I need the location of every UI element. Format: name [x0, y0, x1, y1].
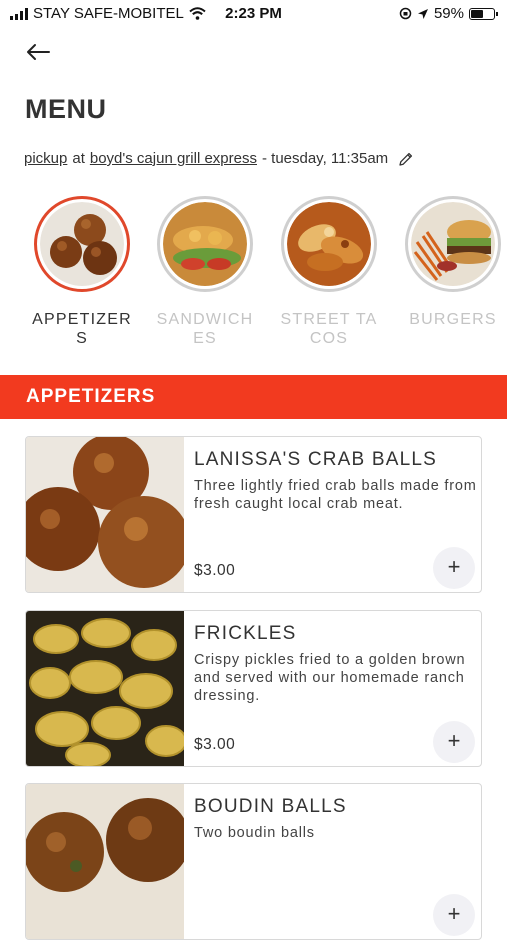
boudin-balls-photo	[26, 784, 184, 939]
item-name: LANISSA'S CRAB BALLS	[194, 449, 438, 470]
order-context: pickup at boyd's cajun grill express - t…	[24, 150, 414, 167]
page-title: MENU	[25, 94, 107, 124]
category-image-ring	[281, 196, 377, 292]
category-sandwiches[interactable]: SANDWICHES	[155, 196, 255, 348]
section-header-appetizers: APPETIZERS	[0, 375, 507, 419]
status-bar: STAY SAFE-MOBITEL 2:23 PM 59%	[0, 0, 507, 28]
pencil-icon[interactable]	[398, 151, 414, 167]
category-label: STREET TACOS	[280, 311, 378, 347]
category-image-ring	[34, 196, 130, 292]
location-arrow-icon	[417, 8, 428, 19]
category-burgers[interactable]: BURGERS	[403, 196, 503, 329]
category-street-tacos[interactable]: STREET TACOS	[279, 196, 379, 348]
item-name: BOUDIN BALLS	[194, 796, 347, 817]
battery-icon	[469, 7, 498, 20]
add-to-cart-button[interactable]: +	[433, 547, 475, 589]
location-link[interactable]: boyd's cajun grill express	[90, 150, 257, 167]
battery-percent: 59%	[433, 5, 464, 22]
sandwich-image	[163, 202, 247, 286]
item-name: FRICKLES	[194, 623, 297, 644]
category-label: BURGERS	[409, 311, 497, 328]
item-price: $3.00	[194, 736, 236, 753]
add-to-cart-button[interactable]: +	[433, 894, 475, 936]
arrow-left-icon[interactable]	[24, 38, 52, 66]
item-description: Two boudin balls	[194, 825, 315, 841]
crab-balls-image	[40, 202, 124, 286]
category-label: APPETIZERS	[32, 311, 132, 347]
burger-image	[411, 202, 495, 286]
item-description: Crispy pickles fried to a golden brown a…	[194, 652, 466, 704]
street-tacos-image	[287, 202, 371, 286]
item-price: $3.00	[194, 562, 236, 579]
screen-lock-icon	[399, 7, 412, 20]
crab-balls-photo	[26, 437, 184, 592]
category-label: SANDWICHES	[156, 311, 254, 347]
menu-item-card[interactable]: LANISSA'S CRAB BALLS Three lightly fried…	[25, 436, 482, 593]
add-to-cart-button[interactable]: +	[433, 721, 475, 763]
section-title: APPETIZERS	[26, 386, 156, 407]
category-image-ring	[157, 196, 253, 292]
status-right: 59%	[399, 5, 498, 22]
menu-item-card[interactable]: FRICKLES Crispy pickles fried to a golde…	[25, 610, 482, 767]
menu-item-card[interactable]: BOUDIN BALLS Two boudin balls +	[25, 783, 482, 940]
at-label: at	[72, 150, 85, 167]
pickup-mode-link[interactable]: pickup	[24, 150, 67, 167]
frickles-photo	[26, 611, 184, 766]
category-image-ring	[405, 196, 501, 292]
category-appetizers[interactable]: APPETIZERS	[32, 196, 132, 348]
order-datetime: - tuesday, 11:35am	[261, 150, 389, 167]
item-description: Three lightly fried crab balls made from…	[194, 478, 477, 512]
